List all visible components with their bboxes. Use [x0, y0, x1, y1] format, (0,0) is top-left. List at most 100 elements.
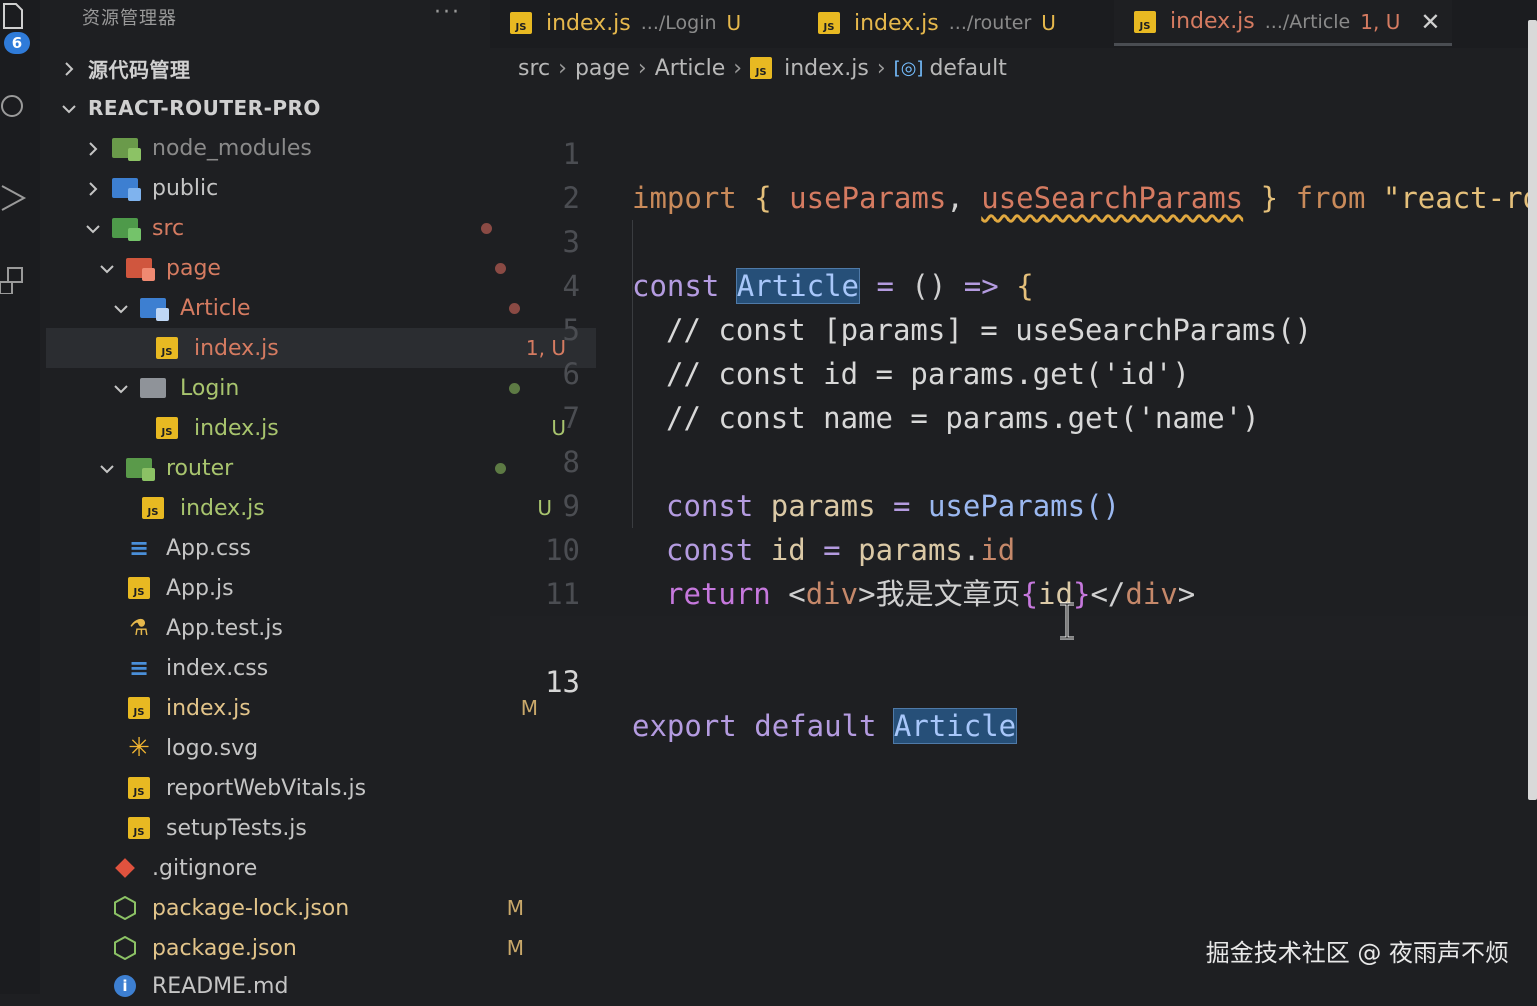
tree-item-label: node_modules [152, 135, 312, 161]
breadcrumb-item[interactable]: default [929, 56, 1006, 81]
chevron-down-icon [98, 459, 116, 477]
src-folder-icon [112, 216, 141, 241]
tab-article-index-js[interactable]: JS index.js .../Article 1, U ✕ [1114, 0, 1452, 46]
tab-status: U [1041, 11, 1056, 35]
js-file-icon: JS [818, 12, 840, 34]
code-line: 4 // const [params] = useSearchParams() [490, 220, 1530, 347]
chevron-right-icon: › [733, 55, 743, 81]
activity-bar: 6 [0, 0, 40, 994]
explorer-sidebar: 资源管理器 ··· 源代码管理 REACT-ROUTER-PRO node_mo… [40, 0, 596, 999]
tab-login-index-js[interactable]: JS index.js .../Login U [490, 0, 790, 46]
close-icon[interactable]: ✕ [1420, 8, 1440, 36]
code-line: 6 // const name = params.get('name') [490, 308, 1530, 435]
code-line: 7 [490, 352, 1530, 435]
info-icon: i [112, 974, 138, 998]
tab-path: .../router [948, 12, 1032, 34]
breadcrumb-item[interactable]: index.js [784, 56, 869, 81]
code-line-current: 13 export default Article [490, 616, 1530, 744]
svg-file-icon: ✳ [128, 733, 150, 763]
js-file-icon: JS [126, 576, 152, 600]
sidebar-title: 资源管理器 [82, 8, 177, 29]
tree-item-label: src [152, 215, 185, 241]
chevron-right-icon [84, 179, 102, 197]
js-file-icon: JS [140, 496, 166, 520]
vertical-scrollbar[interactable] [1528, 20, 1537, 800]
code-line: 8 const params = useParams() [490, 396, 1530, 523]
symbol-variable-icon: [◎] [893, 57, 924, 79]
tree-item-router[interactable]: router [46, 448, 540, 488]
tree-item-article[interactable]: Article [46, 288, 554, 328]
tree-item-label: page [166, 255, 221, 281]
code-line: 5 // const id = params.get('id') [490, 264, 1530, 391]
article-folder-icon [140, 296, 169, 321]
breadcrumb-item[interactable]: page [575, 56, 630, 81]
tree-item-readme[interactable]: i README.md [46, 966, 554, 1006]
js-file-icon: JS [750, 57, 773, 79]
search-icon[interactable] [0, 92, 28, 120]
chevron-right-icon: › [558, 55, 567, 81]
code-line: 1 import { useParams, useSearchParams } … [490, 88, 1537, 215]
tab-path: .../Login [640, 12, 717, 34]
css-file-icon: ≡ [128, 654, 150, 682]
tree-item-package-lock[interactable]: package-lock.json M [46, 888, 554, 928]
chevron-right-icon [60, 59, 78, 77]
tab-filename: index.js [1170, 9, 1255, 34]
line-number: 13 [545, 665, 580, 699]
tree-item-node-modules[interactable]: node_modules [46, 128, 526, 168]
test-flask-icon: ⚗ [129, 615, 149, 641]
tree-item-gitignore[interactable]: .gitignore [46, 848, 554, 888]
code-line: 3 const Article = () => { [490, 176, 1530, 304]
section-project[interactable]: REACT-ROUTER-PRO [46, 88, 502, 128]
js-file-icon: JS [154, 336, 180, 360]
watermark: 掘金技术社区 @ 夜雨声不烦 [1205, 939, 1509, 967]
tree-item-src[interactable]: src [46, 208, 526, 248]
node-folder-icon [112, 136, 141, 161]
tab-status: U [726, 11, 742, 35]
chevron-right-icon: › [637, 55, 647, 81]
tree-item-login[interactable]: Login [46, 368, 554, 408]
node-hexagon-icon [112, 896, 138, 920]
breadcrumb-item[interactable]: src [518, 56, 550, 81]
code-line: 2 [490, 132, 1530, 215]
editor-tabs: JS index.js .../Login U JS index.js .../… [490, 0, 1537, 48]
js-file-icon: JS [154, 416, 180, 440]
chevron-down-icon [112, 379, 130, 397]
chevron-right-icon: › [876, 55, 886, 81]
source-control-badge: 6 [4, 32, 30, 54]
tree-item-page[interactable]: page [46, 248, 540, 288]
chevron-down-icon [84, 219, 102, 237]
page-folder-icon [126, 256, 155, 281]
project-label: REACT-ROUTER-PRO [88, 96, 321, 120]
router-folder-icon [126, 456, 155, 481]
js-file-icon: JS [510, 12, 532, 34]
tab-router-index-js[interactable]: JS index.js .../router U [798, 0, 1108, 46]
tree-item-public[interactable]: public [46, 168, 526, 208]
code-editor[interactable]: 1 import { useParams, useSearchParams } … [490, 88, 1537, 994]
more-actions-icon[interactable]: ··· [434, 0, 461, 25]
chevron-down-icon [60, 99, 78, 117]
tab-filename: index.js [854, 10, 939, 36]
node-hexagon-icon [112, 936, 138, 960]
section-label: 源代码管理 [88, 57, 191, 82]
code-line: 12 [490, 572, 1530, 655]
js-file-icon: JS [126, 816, 152, 840]
breadcrumb-item[interactable]: Article [655, 56, 726, 81]
run-debug-icon[interactable] [0, 184, 28, 212]
folder-icon [140, 376, 166, 400]
chevron-right-icon [84, 139, 102, 157]
js-file-icon: JS [126, 776, 152, 800]
js-file-icon: JS [1134, 10, 1156, 33]
explorer-icon[interactable] [0, 2, 28, 30]
extensions-icon[interactable] [0, 266, 28, 295]
css-file-icon: ≡ [128, 534, 150, 562]
tab-status: 1, U [1360, 9, 1401, 34]
code-line: 9 const id = params.id [490, 440, 1530, 567]
chevron-down-icon [98, 259, 116, 277]
tree-item-package-json[interactable]: package.json M [46, 928, 554, 968]
section-source-control[interactable]: 源代码管理 [46, 48, 502, 88]
tab-filename: index.js [546, 10, 631, 36]
public-folder-icon [112, 176, 141, 201]
text-cursor-icon [1060, 602, 1074, 640]
chevron-down-icon [112, 299, 130, 317]
code-line: 10 return <div>我是文章页{id}</div> [490, 484, 1530, 611]
